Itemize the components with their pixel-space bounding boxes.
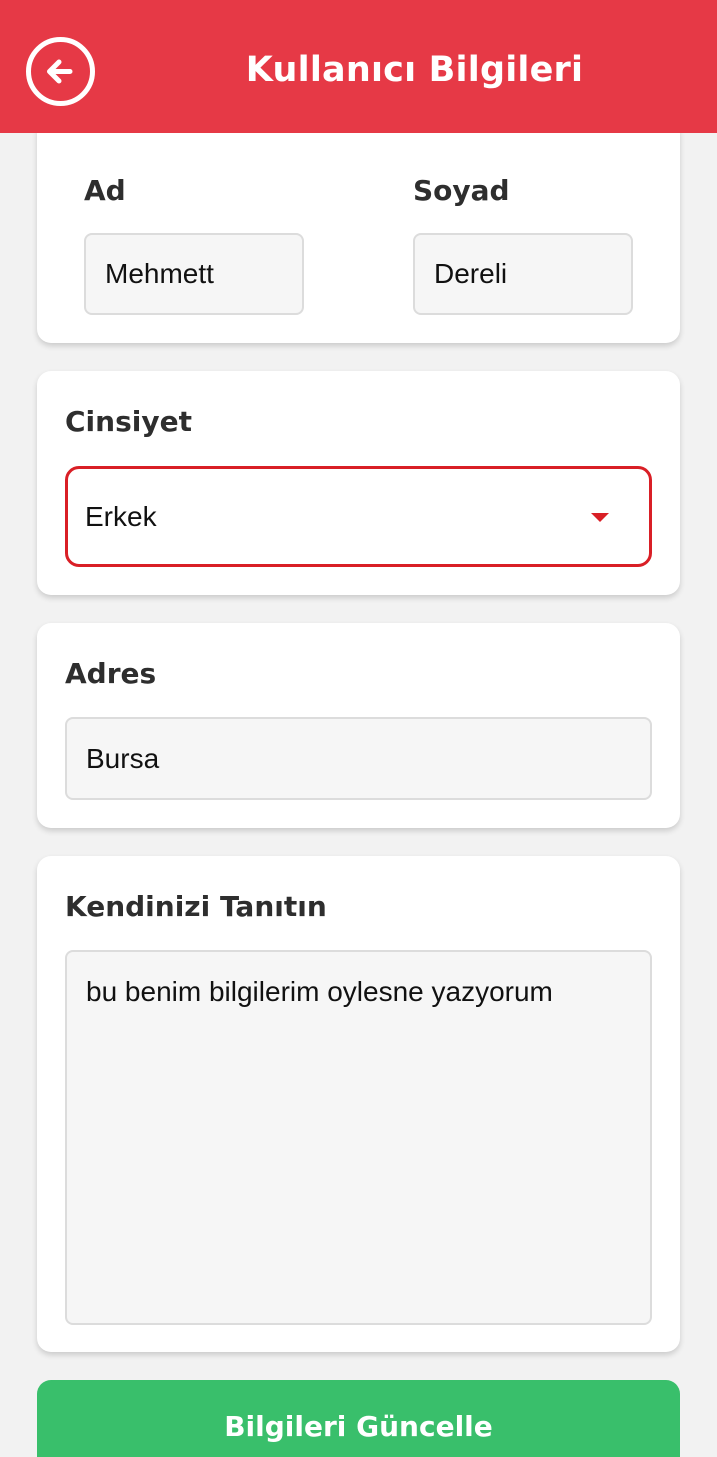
about-card: Kendinizi Tanıtın bu benim bilgilerim oy…: [37, 856, 680, 1352]
first-name-label: Ad: [84, 174, 126, 207]
update-info-button[interactable]: Bilgileri Güncelle: [37, 1380, 680, 1457]
address-input[interactable]: Bursa: [65, 717, 652, 800]
app-header: Kullanıcı Bilgileri: [0, 0, 717, 133]
update-info-label: Bilgileri Güncelle: [224, 1410, 493, 1443]
gender-select[interactable]: Erkek: [65, 466, 652, 567]
name-card: Ad Mehmett Soyad Dereli: [37, 120, 680, 343]
last-name-input[interactable]: Dereli: [413, 233, 633, 315]
first-name-input[interactable]: Mehmett: [84, 233, 304, 315]
page-title: Kullanıcı Bilgileri: [245, 50, 584, 90]
gender-label: Cinsiyet: [65, 405, 192, 438]
last-name-label: Soyad: [413, 174, 510, 207]
gender-card: Cinsiyet Erkek: [37, 371, 680, 595]
about-label: Kendinizi Tanıtın: [65, 890, 327, 923]
about-textarea[interactable]: bu benim bilgilerim oylesne yazyorum: [65, 950, 652, 1325]
address-label: Adres: [65, 657, 157, 690]
app-screen: Ad Mehmett Soyad Dereli Kullanıcı Bilgil…: [0, 0, 717, 1457]
caret-down-icon: [591, 513, 609, 522]
address-card: Adres Bursa: [37, 623, 680, 828]
gender-selected-value: Erkek: [85, 500, 157, 532]
